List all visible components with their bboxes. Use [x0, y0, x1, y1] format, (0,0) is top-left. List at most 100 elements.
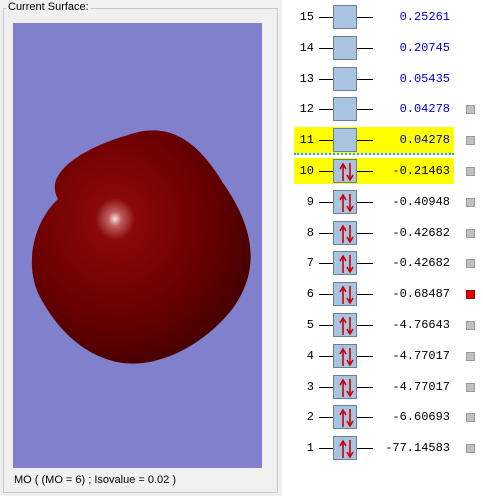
mo-row[interactable]: 11 0.04278 — [282, 125, 483, 155]
level-line-left — [319, 355, 333, 357]
mo-number: 13 — [299, 71, 314, 86]
orbital-box[interactable] — [333, 66, 357, 91]
spin-down-arrow-icon — [346, 163, 354, 182]
mo-energy-value: -0.40948 — [392, 194, 450, 209]
level-line-left — [319, 294, 333, 296]
mo-row[interactable]: 1 -77.14583 — [282, 433, 483, 463]
mo-row[interactable]: 12 0.04278 — [282, 94, 483, 124]
surface-indicator[interactable] — [466, 351, 475, 361]
spin-down-arrow-icon — [346, 347, 354, 367]
mo-number: 2 — [306, 410, 314, 425]
surface-3d-viewport[interactable] — [13, 23, 262, 468]
level-line-right — [357, 201, 373, 203]
mo-number: 15 — [299, 10, 314, 24]
level-line-right — [357, 448, 373, 450]
orbital-box[interactable] — [333, 313, 357, 337]
mo-row[interactable]: 2 -6.60693 — [282, 402, 483, 432]
level-line-left — [319, 171, 333, 172]
surface-indicator[interactable] — [466, 444, 475, 454]
current-surface-group: Current Surface: MO ( (MO = 6) ; Isovalu… — [0, 0, 281, 496]
level-line-left — [319, 232, 333, 234]
mo-row[interactable]: 10 -0.21463 — [282, 156, 483, 186]
orbital-box[interactable] — [333, 251, 357, 276]
level-line-right — [357, 78, 373, 80]
level-line-left — [319, 325, 333, 326]
mo-energy-value: 0.04278 — [399, 102, 450, 117]
level-line-right — [357, 294, 373, 296]
mo-energy-value: -77.14583 — [385, 441, 450, 456]
surface-indicator[interactable] — [466, 197, 475, 207]
group-title: Current Surface: — [6, 1, 91, 13]
orbital-box[interactable] — [333, 189, 357, 214]
mo-energy-value: -6.60693 — [392, 410, 450, 425]
surface-indicator[interactable] — [466, 259, 475, 269]
orbital-box[interactable] — [333, 343, 357, 368]
mo-row[interactable]: 6 -0.68487 — [282, 279, 483, 309]
mo-row[interactable]: 5 -4.76643 — [282, 310, 483, 340]
mo-energy-list: 15 0.25261 14 0.20745 13 0.05435 12 0.04278 11 0.… — [282, 0, 483, 496]
level-line-left — [319, 109, 333, 111]
spin-down-arrow-icon — [346, 440, 354, 459]
mo-energy-value: 0.04278 — [399, 133, 450, 148]
mo-row[interactable]: 3 -4.77017 — [282, 372, 483, 402]
surface-indicator[interactable] — [466, 228, 475, 238]
level-line-right — [357, 325, 373, 326]
mo-number: 5 — [306, 318, 314, 332]
mo-energy-value: 0.05435 — [399, 71, 450, 86]
mo-energy-value: -4.76643 — [392, 318, 450, 332]
level-line-left — [319, 140, 333, 142]
orbital-box[interactable] — [333, 220, 357, 245]
spin-down-arrow-icon — [346, 255, 354, 274]
mo-row[interactable]: 13 0.05435 — [282, 64, 483, 94]
mo-row[interactable]: 15 0.25261 — [282, 2, 483, 32]
spin-down-arrow-icon — [346, 193, 354, 213]
surface-indicator[interactable] — [466, 167, 475, 176]
mo-number: 11 — [299, 133, 314, 148]
orbital-box[interactable] — [333, 35, 357, 60]
spin-down-arrow-icon — [346, 286, 354, 305]
level-line-left — [319, 448, 333, 450]
mo-energy-value: -0.42682 — [392, 256, 450, 271]
surface-indicator[interactable] — [466, 105, 475, 115]
level-line-left — [319, 386, 333, 388]
surface-indicator[interactable] — [466, 136, 475, 146]
orbital-box[interactable] — [333, 282, 357, 307]
mo-number: 8 — [306, 225, 314, 240]
mo-energy-value: -4.77017 — [392, 348, 450, 363]
mo-row[interactable]: 14 0.20745 — [282, 33, 483, 63]
orbital-box[interactable] — [333, 436, 357, 461]
level-line-right — [357, 47, 373, 49]
mo-number: 4 — [306, 348, 314, 363]
spin-down-arrow-icon — [346, 409, 354, 428]
mo-number: 1 — [306, 441, 314, 456]
spin-down-arrow-icon — [346, 317, 354, 336]
orbital-box[interactable] — [333, 374, 357, 399]
surface-indicator[interactable] — [466, 382, 475, 392]
orbital-box[interactable] — [333, 405, 357, 430]
mo-number: 6 — [306, 287, 314, 302]
mo-row[interactable]: 8 -0.42682 — [282, 218, 483, 248]
level-line-left — [319, 201, 333, 203]
orbital-box[interactable] — [333, 128, 357, 153]
mo-number: 12 — [299, 102, 314, 117]
level-line-left — [319, 263, 333, 265]
mo-row[interactable]: 7 -0.42682 — [282, 248, 483, 278]
level-line-right — [357, 140, 373, 142]
orbital-box[interactable] — [333, 97, 357, 122]
mo-number: 3 — [306, 379, 314, 394]
level-line-left — [319, 17, 333, 18]
level-line-left — [319, 417, 333, 419]
orbital-box[interactable] — [333, 159, 357, 183]
level-line-right — [357, 355, 373, 357]
surface-indicator[interactable] — [466, 321, 475, 330]
level-line-right — [357, 263, 373, 265]
mo-number: 7 — [306, 256, 314, 271]
mo-row[interactable]: 9 -0.40948 — [282, 187, 483, 217]
surface-selected-indicator[interactable] — [466, 290, 475, 300]
orbital-box[interactable] — [333, 5, 357, 29]
level-line-right — [357, 417, 373, 419]
mo-row[interactable]: 4 -4.77017 — [282, 341, 483, 371]
level-line-right — [357, 17, 373, 18]
level-line-right — [357, 232, 373, 234]
surface-indicator[interactable] — [466, 413, 475, 423]
